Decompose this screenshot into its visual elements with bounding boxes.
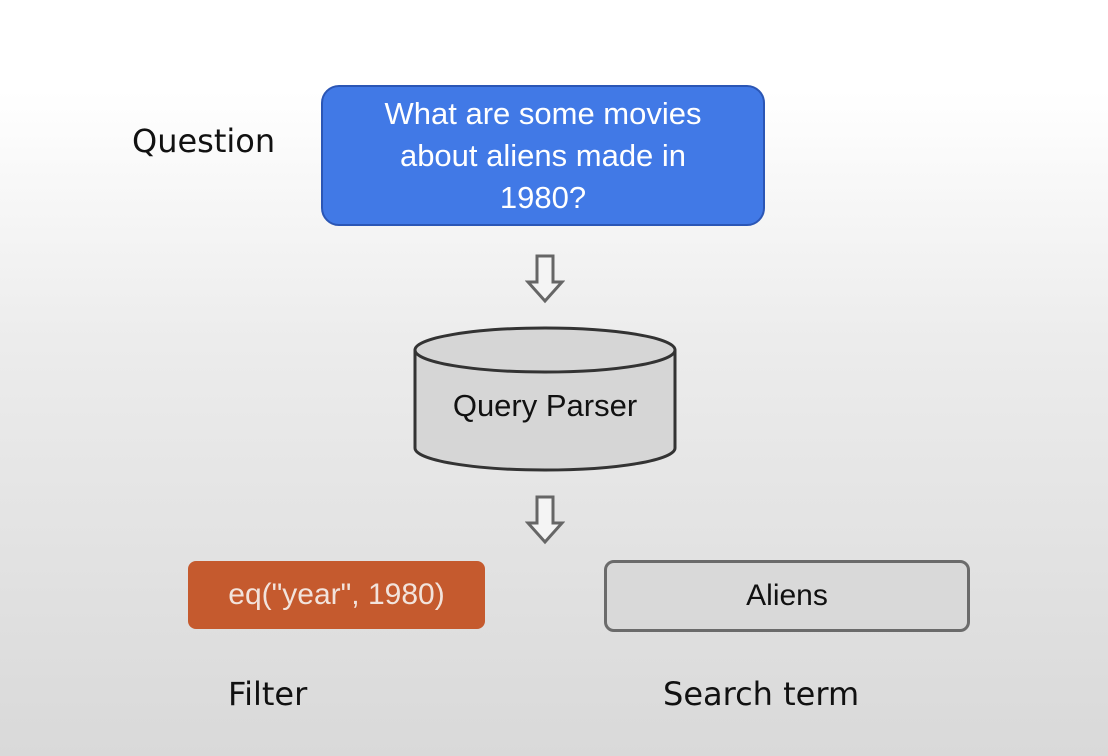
filter-expression-box: eq("year", 1980): [188, 561, 485, 629]
filter-label: Filter: [228, 675, 308, 713]
down-arrow-icon: [525, 254, 565, 304]
query-parser-label: Query Parser: [452, 388, 638, 423]
question-text: What are some movies about aliens made i…: [384, 95, 702, 215]
question-box: What are some movies about aliens made i…: [321, 85, 765, 226]
down-arrow-icon: [525, 495, 565, 545]
search-term-box: Aliens: [604, 560, 970, 632]
question-label: Question: [132, 122, 276, 160]
search-term-label: Search term: [663, 675, 860, 713]
